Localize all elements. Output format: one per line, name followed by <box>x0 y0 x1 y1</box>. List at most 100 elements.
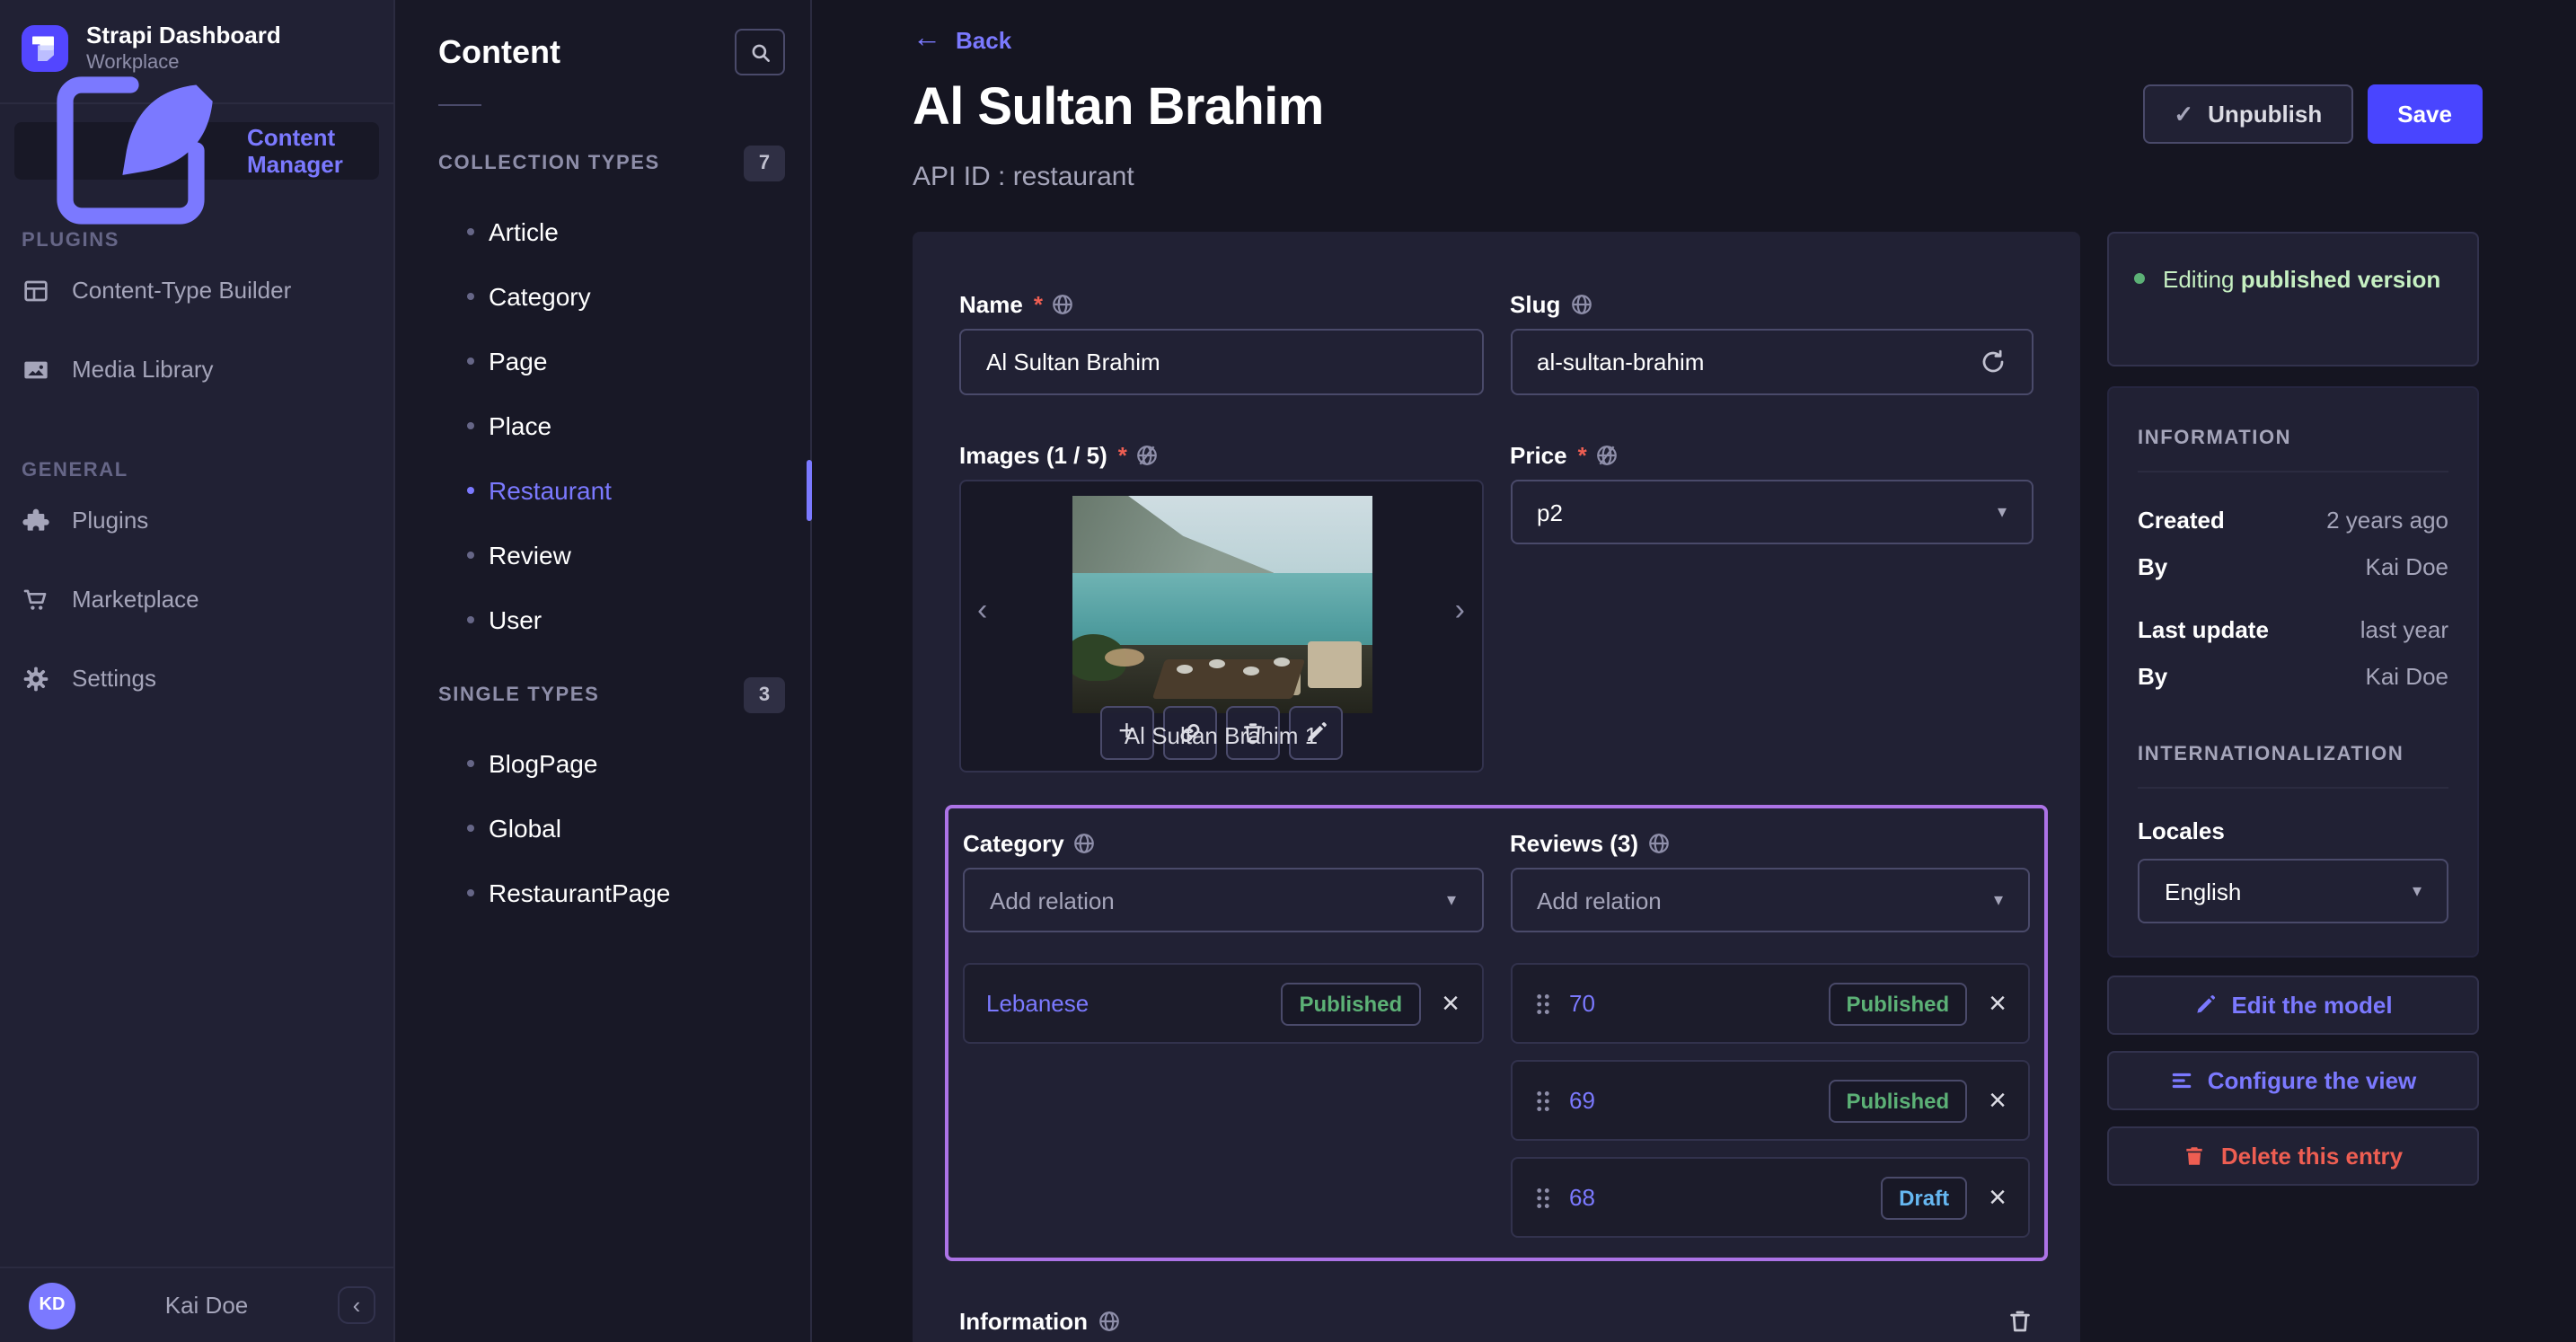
locale-select[interactable]: English ▾ <box>2138 859 2448 923</box>
main-content: ← Back Al Sultan Brahim ✓ Unpublish Save… <box>812 0 2576 1342</box>
subnav-item-blogpage[interactable]: BlogPage <box>395 731 810 796</box>
info-label: By <box>2138 553 2168 580</box>
strapi-logo-icon <box>22 25 68 73</box>
add-relation-placeholder: Add relation <box>990 887 1115 914</box>
status-badge: Published <box>1828 982 1968 1025</box>
published-status-dot <box>2134 273 2145 284</box>
edit-model-button[interactable]: Edit the model <box>2107 976 2479 1035</box>
subnav-item-restaurantpage[interactable]: RestaurantPage <box>395 861 810 925</box>
info-label: By <box>2138 663 2168 690</box>
localized-globe-icon <box>1571 295 1592 314</box>
info-row-created-by: By Kai Doe <box>2138 544 2448 591</box>
pencil-icon <box>2197 995 2216 1013</box>
user-footer: KD Kai Doe ‹ <box>0 1267 393 1342</box>
remove-relation-icon[interactable]: × <box>1989 1182 2007 1213</box>
sidebar-item-content-type-builder[interactable]: Content-Type Builder <box>0 251 393 330</box>
name-input[interactable]: Al Sultan Brahim <box>959 329 1483 395</box>
single-types-label[interactable]: SINGLE TYPES <box>438 684 599 706</box>
drag-handle-icon[interactable] <box>1533 989 1551 1018</box>
subnav-item-user[interactable]: User <box>395 587 810 652</box>
sidebar-item-label: Marketplace <box>72 586 199 614</box>
reviews-add-relation-select[interactable]: Add relation ▾ <box>1510 868 2030 932</box>
price-value: p2 <box>1537 499 1563 525</box>
shopping-cart-icon <box>23 588 47 609</box>
name-field-label: Name * <box>959 291 1483 318</box>
sidebar-item-content-manager[interactable]: Content Manager <box>14 75 379 225</box>
info-value: Kai Doe <box>2365 663 2449 690</box>
carousel-prev-icon[interactable]: ‹ <box>977 593 987 629</box>
locales-label: Locales <box>2138 817 2225 844</box>
information-heading: INFORMATION <box>2138 428 2292 449</box>
save-label: Save <box>2397 101 2452 128</box>
required-mark: * <box>1033 291 1043 318</box>
subnav-item-global[interactable]: Global <box>395 796 810 861</box>
feather-pen-icon <box>57 75 213 225</box>
sidebar-item-plugins[interactable]: Plugins <box>0 481 393 560</box>
app-title: Strapi Dashboard <box>86 22 281 49</box>
delete-entry-button[interactable]: Delete this entry <box>2107 1126 2479 1186</box>
carousel-next-icon[interactable]: › <box>1455 593 1465 629</box>
main-nav: Strapi Dashboard Workplace Content Manag… <box>0 0 395 1342</box>
info-value: Kai Doe <box>2365 553 2449 580</box>
sidebar-item-label: Media Library <box>72 356 214 384</box>
status-badge: Published <box>1828 1079 1968 1122</box>
sidebar-item-marketplace[interactable]: Marketplace <box>0 560 393 639</box>
sidebar-item-label: Content Manager <box>246 123 343 178</box>
relation-link[interactable]: 69 <box>1569 1087 1595 1114</box>
search-button[interactable] <box>735 29 785 75</box>
chevron-down-icon: ▾ <box>1993 890 2003 910</box>
avatar[interactable]: KD <box>29 1282 75 1329</box>
subnav-item-review[interactable]: Review <box>395 523 810 587</box>
restaurant-photo[interactable] <box>1072 496 1372 713</box>
remove-relation-icon[interactable]: × <box>1989 988 2007 1019</box>
button-label: Configure the view <box>2207 1067 2417 1094</box>
panel-divider <box>2138 471 2448 472</box>
subnav-item-restaurant[interactable]: Restaurant <box>395 458 812 523</box>
remove-relation-icon[interactable]: × <box>1442 988 1460 1019</box>
collection-types-label[interactable]: COLLECTION TYPES <box>438 153 660 174</box>
relation-link[interactable]: 70 <box>1569 990 1595 1017</box>
relation-link[interactable]: 68 <box>1569 1184 1595 1211</box>
images-carousel: ‹ › + Al Sultan Brahim 1 <box>959 480 1483 773</box>
list-settings-icon <box>2172 1073 2191 1089</box>
subnav-item-page[interactable]: Page <box>395 329 810 393</box>
price-select[interactable]: p2 ▾ <box>1510 480 2033 544</box>
relation-row-69: 69 Published × <box>1510 1060 2030 1141</box>
gear-icon <box>23 666 49 691</box>
internationalization-heading: INTERNATIONALIZATION <box>2138 744 2404 765</box>
not-localized-globe-icon <box>1138 446 1158 465</box>
info-label: Created <box>2138 507 2225 534</box>
status-emphasis: published version <box>2240 266 2441 293</box>
back-link[interactable]: ← Back <box>913 24 2483 54</box>
category-add-relation-select[interactable]: Add relation ▾ <box>963 868 1483 932</box>
regenerate-slug-icon[interactable] <box>1980 349 2007 375</box>
collapse-sidebar-button[interactable]: ‹ <box>338 1286 375 1324</box>
remove-relation-icon[interactable]: × <box>1989 1085 2007 1116</box>
drag-handle-icon[interactable] <box>1533 1086 1551 1115</box>
button-label: Delete this entry <box>2220 1143 2404 1170</box>
sidebar-item-settings[interactable]: Settings <box>0 639 393 718</box>
label-text: Price <box>1510 442 1567 469</box>
subnav-item-category[interactable]: Category <box>395 264 810 329</box>
localized-globe-icon <box>1074 834 1095 853</box>
configure-view-button[interactable]: Configure the view <box>2107 1051 2479 1110</box>
sidebar-item-label: Settings <box>72 665 156 693</box>
nav-section-general: GENERAL <box>22 459 128 481</box>
sidebar-item-media-library[interactable]: Media Library <box>0 330 393 409</box>
single-types-list: BlogPage Global RestaurantPage <box>395 731 810 925</box>
slug-input[interactable]: al-sultan-brahim <box>1510 329 2033 395</box>
relation-link[interactable]: Lebanese <box>986 990 1089 1017</box>
back-label: Back <box>956 26 1012 53</box>
name-value: Al Sultan Brahim <box>986 349 1160 375</box>
unpublish-button[interactable]: ✓ Unpublish <box>2143 84 2353 144</box>
subnav-item-article[interactable]: Article <box>395 199 810 264</box>
save-button[interactable]: Save <box>2367 84 2483 144</box>
not-localized-globe-icon <box>1597 446 1618 465</box>
info-row-last-update: Last update last year <box>2138 607 2448 654</box>
label-text: Reviews (3) <box>1510 830 1639 857</box>
chevron-down-icon: ▾ <box>1446 890 1456 910</box>
entry-aside: Editing published version INFORMATION Cr… <box>2107 232 2479 1186</box>
subnav-item-place[interactable]: Place <box>395 393 810 458</box>
delete-component-icon[interactable] <box>2007 1308 2033 1335</box>
drag-handle-icon[interactable] <box>1533 1183 1551 1212</box>
